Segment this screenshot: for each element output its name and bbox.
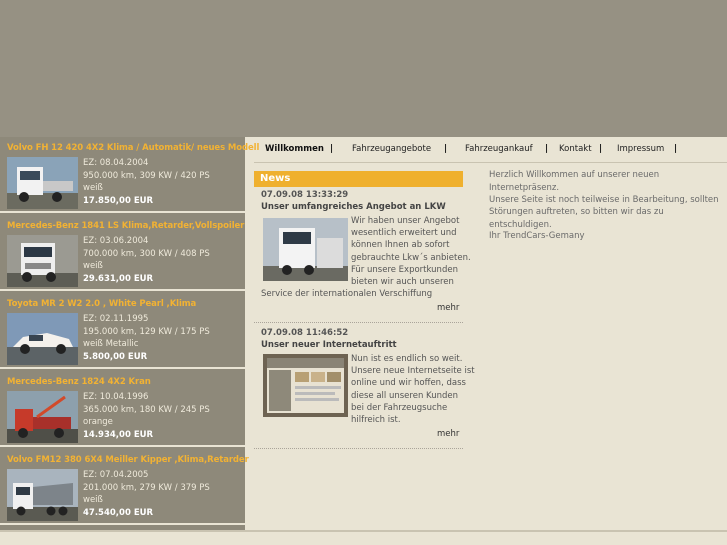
vehicle-registration: EZ: 08.04.2004 (83, 158, 149, 168)
vehicle-title[interactable]: Toyota MR 2 W2 2.0 , White Pearl ,Klima (7, 299, 196, 309)
vehicle-photo[interactable] (7, 235, 78, 287)
news-image (263, 218, 348, 281)
nav-item-kontakt[interactable]: Kontakt (559, 144, 592, 154)
news-text-line: können Ihnen ab sofort (351, 240, 450, 251)
vehicle-card[interactable]: Toyota MR 2 W2 2.0 , White Pearl ,Klima … (0, 293, 245, 369)
vehicle-price: 17.850,00 EUR (83, 195, 154, 206)
welcome-signature: Ihr TrendCars-Gemany (489, 231, 585, 241)
nav-separator: | (599, 144, 603, 154)
vehicle-photo[interactable] (7, 157, 78, 209)
news-title[interactable]: Unser umfangreiches Angebot an LKW (261, 202, 446, 212)
news-text-line: Unsere neue Internetseite ist (351, 366, 475, 377)
vehicle-info: EZ: 02.11.1995 195.000 km, 129 KW / 175 … (83, 313, 210, 363)
news-text-line: gebrauchte Lkw´s anbieten. (351, 252, 471, 263)
vehicle-color: weiß (83, 183, 103, 193)
vehicle-title[interactable]: Mercedes-Benz 1841 LS Klima,Retarder,Vol… (7, 221, 244, 231)
news-text: Nun ist es endlich so weit. Unsere neue … (351, 353, 475, 426)
nav-item-impressum[interactable]: Impressum (617, 144, 664, 154)
nav-item-willkommen[interactable]: Willkommen (265, 144, 324, 154)
vehicle-price: 47.540,00 EUR (83, 507, 154, 518)
nav-separator: | (444, 144, 448, 154)
news-text-line: Nun ist es endlich so weit. (351, 354, 463, 364)
vehicle-sidebar: Volvo FH 12 420 4X2 Klima / Automatik/ n… (0, 137, 259, 530)
vehicle-photo[interactable] (7, 391, 78, 443)
vehicle-info: EZ: 10.04.1996 365.000 km, 180 KW / 245 … (83, 391, 210, 441)
vehicle-title[interactable]: Volvo FM12 380 6X4 Meiller Kipper ,Klima… (7, 455, 249, 465)
nav-separator: | (674, 144, 678, 154)
header-banner (0, 0, 727, 137)
news-text-line: diese all unseren Kunden (351, 390, 458, 401)
vehicle-color: weiß (83, 261, 103, 271)
vehicle-title[interactable]: Mercedes-Benz 1824 4X2 Kran (7, 377, 151, 387)
news-more-link[interactable]: mehr (437, 429, 459, 439)
vehicle-price: 5.800,00 EUR (83, 351, 148, 362)
footer-bar (0, 530, 727, 545)
vehicle-registration: EZ: 03.06.2004 (83, 236, 149, 246)
nav-item-fahrzeugangebote[interactable]: Fahrzeugangebote (352, 144, 431, 154)
vehicle-info: EZ: 07.04.2005 201.000 km, 279 KW / 379 … (83, 469, 210, 519)
news-date: 07.09.08 11:46:52 (261, 328, 349, 338)
vehicle-title[interactable]: Volvo FH 12 420 4X2 Klima / Automatik/ n… (7, 143, 259, 153)
vehicle-card[interactable]: Mercedes-Benz 1824 4X2 Kran EZ: 10.04.19… (0, 371, 245, 447)
nav-item-fahrzeugankauf[interactable]: Fahrzeugankauf (465, 144, 533, 154)
news-title[interactable]: Unser neuer Internetauftritt (261, 340, 397, 350)
vehicle-specs: 201.000 km, 279 KW / 379 PS (83, 482, 210, 493)
news-text-line: Für unsere Exportkunden (351, 264, 458, 275)
vehicle-color: weiß Metallic (83, 339, 139, 349)
news-text-line: Service der internationalen Verschiffung (261, 289, 433, 299)
vehicle-info: EZ: 03.06.2004 700.000 km, 300 KW / 408 … (83, 235, 210, 285)
news-text-line: bei der Fahrzeugsuche (351, 402, 448, 413)
vehicle-specs: 700.000 km, 300 KW / 408 PS (83, 248, 210, 259)
welcome-notice-line: Störungen auftreten, so bitten wir das z… (489, 207, 664, 230)
vehicle-card[interactable]: Volvo FM12 380 6X4 Meiller Kipper ,Klima… (0, 449, 249, 525)
news-divider (254, 448, 463, 449)
news-text-line: hilfreich ist. (351, 415, 401, 426)
news-text: Wir haben unser Angebot wesentlich erwei… (351, 215, 471, 288)
news-text-line: online und wir hoffen, dass (351, 378, 466, 389)
vehicle-specs: 950.000 km, 309 KW / 420 PS (83, 170, 210, 181)
vehicle-card[interactable]: Volvo FH 12 420 4X2 Klima / Automatik/ n… (0, 137, 259, 213)
news-divider (254, 322, 463, 323)
vehicle-color: orange (83, 417, 113, 427)
vehicle-card[interactable]: Mercedes-Benz 1841 LS Klima,Retarder,Vol… (0, 215, 245, 291)
news-heading: News (254, 171, 463, 187)
news-text-line: bieten wir auch unseren (351, 277, 454, 288)
vehicle-registration: EZ: 07.04.2005 (83, 470, 149, 480)
vehicle-info: EZ: 08.04.2004 950.000 km, 309 KW / 420 … (83, 157, 210, 207)
vehicle-photo[interactable] (7, 313, 78, 365)
vehicle-price: 14.934,00 EUR (83, 429, 154, 440)
news-date: 07.09.08 13:33:29 (261, 190, 349, 200)
vehicle-registration: EZ: 10.04.1996 (83, 392, 149, 402)
news-more-link[interactable]: mehr (437, 303, 459, 313)
nav-divider (254, 162, 727, 163)
welcome-greeting: Herzlich Willkommen auf unserer neuen In… (489, 170, 660, 193)
news-text-line: wesentlich erweitert und (351, 228, 457, 239)
vehicle-specs: 365.000 km, 180 KW / 245 PS (83, 404, 210, 415)
vehicle-photo[interactable] (7, 469, 78, 521)
nav-separator: | (330, 144, 334, 154)
news-text-line: Wir haben unser Angebot (351, 216, 460, 226)
main-nav: Willkommen | Fahrzeugangebote | Fahrzeug… (254, 138, 727, 162)
vehicle-specs: 195.000 km, 129 KW / 175 PS (83, 326, 210, 337)
vehicle-color: weiß (83, 495, 103, 505)
news-image (263, 354, 348, 417)
vehicle-registration: EZ: 02.11.1995 (83, 314, 149, 324)
nav-separator: | (545, 144, 549, 154)
welcome-notice-line: Unsere Seite ist noch teilweise in Bearb… (489, 195, 719, 205)
vehicle-price: 29.631,00 EUR (83, 273, 154, 284)
